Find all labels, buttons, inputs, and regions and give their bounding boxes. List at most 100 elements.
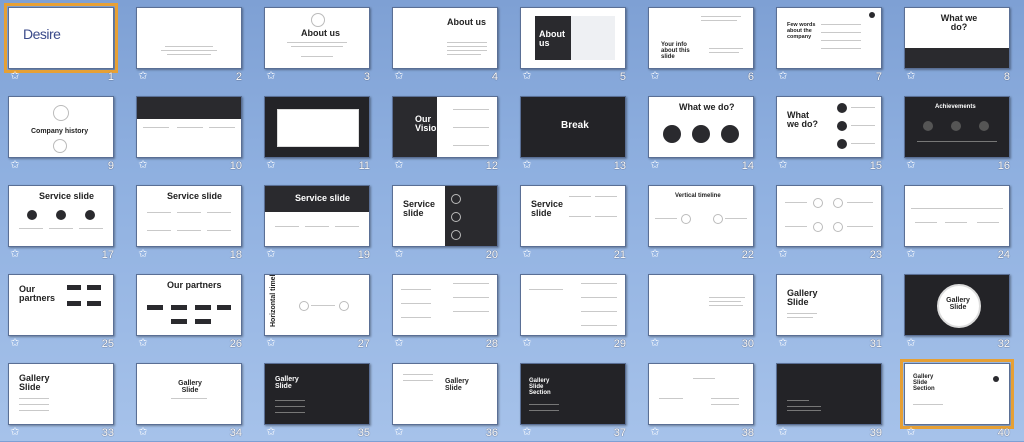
slide-transition-star-icon[interactable]: ✩ (520, 70, 534, 83)
slide-transition-star-icon[interactable]: ✩ (136, 248, 150, 261)
slide-number: 22 (741, 249, 754, 261)
slide-thumbnail-38[interactable]: ✩ 38 (640, 356, 760, 442)
slide-thumbnail-39[interactable]: ✩ 39 (768, 356, 888, 442)
slide-thumbnail-14[interactable]: What we do? ✩ 14 (640, 89, 760, 175)
slide-transition-star-icon[interactable]: ✩ (264, 248, 278, 261)
slide-thumbnail-3[interactable]: About us ✩ 3 (256, 0, 376, 86)
slide-transition-star-icon[interactable]: ✩ (776, 159, 790, 172)
slide-transition-star-icon[interactable]: ✩ (520, 159, 534, 172)
slide-thumbnail-13[interactable]: Break ✩ 13 (512, 89, 632, 175)
slide-transition-star-icon[interactable]: ✩ (264, 70, 278, 83)
slide-transition-star-icon[interactable]: ✩ (776, 248, 790, 261)
slide-number: 27 (357, 338, 370, 350)
slide-23-preview (776, 185, 882, 247)
slide-transition-star-icon[interactable]: ✩ (8, 159, 22, 172)
slide-transition-star-icon[interactable]: ✩ (392, 159, 406, 172)
slide-transition-star-icon[interactable]: ✩ (264, 337, 278, 350)
slide-thumbnail-30[interactable]: ✩ 30 (640, 267, 760, 353)
slide-thumbnail-33[interactable]: Gallery Slide ✩ 33 (0, 356, 120, 442)
slide-11-preview (264, 96, 370, 158)
slide-sorter: Desire ✩ 1 ✩ 2 About us ✩ 3 About us ✩ 4… (0, 0, 1024, 441)
slide-thumbnail-29[interactable]: ✩ 29 (512, 267, 632, 353)
slide-thumbnail-9[interactable]: Company history ✩ 9 (0, 89, 120, 175)
slide-27-title: Horizontal timeline (270, 274, 277, 327)
slide-5-title: About us (539, 29, 565, 48)
slide-thumbnail-1[interactable]: Desire ✩ 1 (0, 0, 120, 86)
slide-thumbnail-21[interactable]: Service slide ✩ 21 (512, 178, 632, 264)
slide-7-title: Few words about the company (787, 22, 816, 40)
slide-thumbnail-4[interactable]: About us ✩ 4 (384, 0, 504, 86)
slide-26-preview: Our partners (136, 274, 242, 336)
slide-thumbnail-36[interactable]: Gallery Slide ✩ 36 (384, 356, 504, 442)
slide-thumbnail-32[interactable]: Gallery Slide ✩ 32 (896, 267, 1016, 353)
slide-36-title: Gallery Slide (445, 378, 469, 392)
slide-transition-star-icon[interactable]: ✩ (776, 337, 790, 350)
slide-transition-star-icon[interactable]: ✩ (392, 248, 406, 261)
slide-transition-star-icon[interactable]: ✩ (776, 70, 790, 83)
slide-transition-star-icon[interactable]: ✩ (264, 426, 278, 439)
slide-transition-star-icon[interactable]: ✩ (264, 159, 278, 172)
slide-transition-star-icon[interactable]: ✩ (392, 426, 406, 439)
slide-transition-star-icon[interactable]: ✩ (392, 70, 406, 83)
slide-thumbnail-2[interactable]: ✩ 2 (128, 0, 248, 86)
slide-thumbnail-17[interactable]: Service slide ✩ 17 (0, 178, 120, 264)
slide-transition-star-icon[interactable]: ✩ (648, 70, 662, 83)
slide-transition-star-icon[interactable]: ✩ (520, 248, 534, 261)
slide-thumbnail-24[interactable]: ✩ 24 (896, 178, 1016, 264)
slide-thumbnail-16[interactable]: Achievements ✩ 16 (896, 89, 1016, 175)
slide-thumbnail-22[interactable]: Vertical timeline ✩ 22 (640, 178, 760, 264)
slide-transition-star-icon[interactable]: ✩ (520, 337, 534, 350)
slide-thumbnail-5[interactable]: About us ✩ 5 (512, 0, 632, 86)
slide-17-title: Service slide (39, 191, 95, 201)
slide-transition-star-icon[interactable]: ✩ (8, 426, 22, 439)
slide-38-preview (648, 363, 754, 425)
slide-thumbnail-19[interactable]: Service slide ✩ 19 (256, 178, 376, 264)
slide-transition-star-icon[interactable]: ✩ (8, 70, 22, 83)
slide-transition-star-icon[interactable]: ✩ (904, 70, 918, 83)
slide-thumbnail-12[interactable]: Our Vision ✩ 12 (384, 89, 504, 175)
slide-transition-star-icon[interactable]: ✩ (648, 248, 662, 261)
slide-transition-star-icon[interactable]: ✩ (648, 337, 662, 350)
slide-transition-star-icon[interactable]: ✩ (8, 248, 22, 261)
slide-3-title: About us (301, 28, 340, 38)
slide-thumbnail-6[interactable]: Your info about this slide ✩ 6 (640, 0, 760, 86)
slide-thumbnail-11[interactable]: ✩ 11 (256, 89, 376, 175)
slide-thumbnail-23[interactable]: ✩ 23 (768, 178, 888, 264)
slide-thumbnail-27[interactable]: Horizontal timeline ✩ 27 (256, 267, 376, 353)
slide-thumbnail-18[interactable]: Service slide ✩ 18 (128, 178, 248, 264)
slide-transition-star-icon[interactable]: ✩ (520, 426, 534, 439)
slide-thumbnail-25[interactable]: Our partners ✩ 25 (0, 267, 120, 353)
slide-transition-star-icon[interactable]: ✩ (904, 159, 918, 172)
slide-transition-star-icon[interactable]: ✩ (136, 337, 150, 350)
slide-thumbnail-20[interactable]: Service slide ✩ 20 (384, 178, 504, 264)
slide-transition-star-icon[interactable]: ✩ (136, 159, 150, 172)
slide-thumbnail-28[interactable]: ✩ 28 (384, 267, 504, 353)
slide-number: 35 (357, 427, 370, 439)
slide-transition-star-icon[interactable]: ✩ (904, 426, 918, 439)
slide-34-preview: Gallery Slide (136, 363, 242, 425)
slide-thumbnail-40[interactable]: Gallery Slide Section ✩ 40 (896, 356, 1016, 442)
slide-thumbnail-31[interactable]: Gallery Slide ✩ 31 (768, 267, 888, 353)
slide-thumbnail-8[interactable]: What we do? ✩ 8 (896, 0, 1016, 86)
slide-thumbnail-15[interactable]: What we do? ✩ 15 (768, 89, 888, 175)
slide-transition-star-icon[interactable]: ✩ (904, 337, 918, 350)
slide-thumbnail-10[interactable]: ✩ 10 (128, 89, 248, 175)
slide-transition-star-icon[interactable]: ✩ (648, 426, 662, 439)
slide-21-title: Service slide (531, 199, 564, 218)
slide-transition-star-icon[interactable]: ✩ (392, 337, 406, 350)
slide-thumbnail-35[interactable]: Gallery Slide ✩ 35 (256, 356, 376, 442)
slide-thumbnail-7[interactable]: Few words about the company ✩ 7 (768, 0, 888, 86)
slide-number: 10 (229, 160, 242, 172)
slide-22-title: Vertical timeline (675, 193, 721, 199)
slide-thumbnail-26[interactable]: Our partners ✩ 26 (128, 267, 248, 353)
slide-thumbnail-34[interactable]: Gallery Slide ✩ 34 (128, 356, 248, 442)
slide-transition-star-icon[interactable]: ✩ (8, 337, 22, 350)
slide-transition-star-icon[interactable]: ✩ (776, 426, 790, 439)
slide-thumbnail-37[interactable]: Gallery Slide Section ✩ 37 (512, 356, 632, 442)
slide-number: 6 (747, 71, 754, 83)
slide-transition-star-icon[interactable]: ✩ (136, 426, 150, 439)
slide-number: 12 (485, 160, 498, 172)
slide-transition-star-icon[interactable]: ✩ (904, 248, 918, 261)
slide-transition-star-icon[interactable]: ✩ (648, 159, 662, 172)
slide-transition-star-icon[interactable]: ✩ (136, 70, 150, 83)
